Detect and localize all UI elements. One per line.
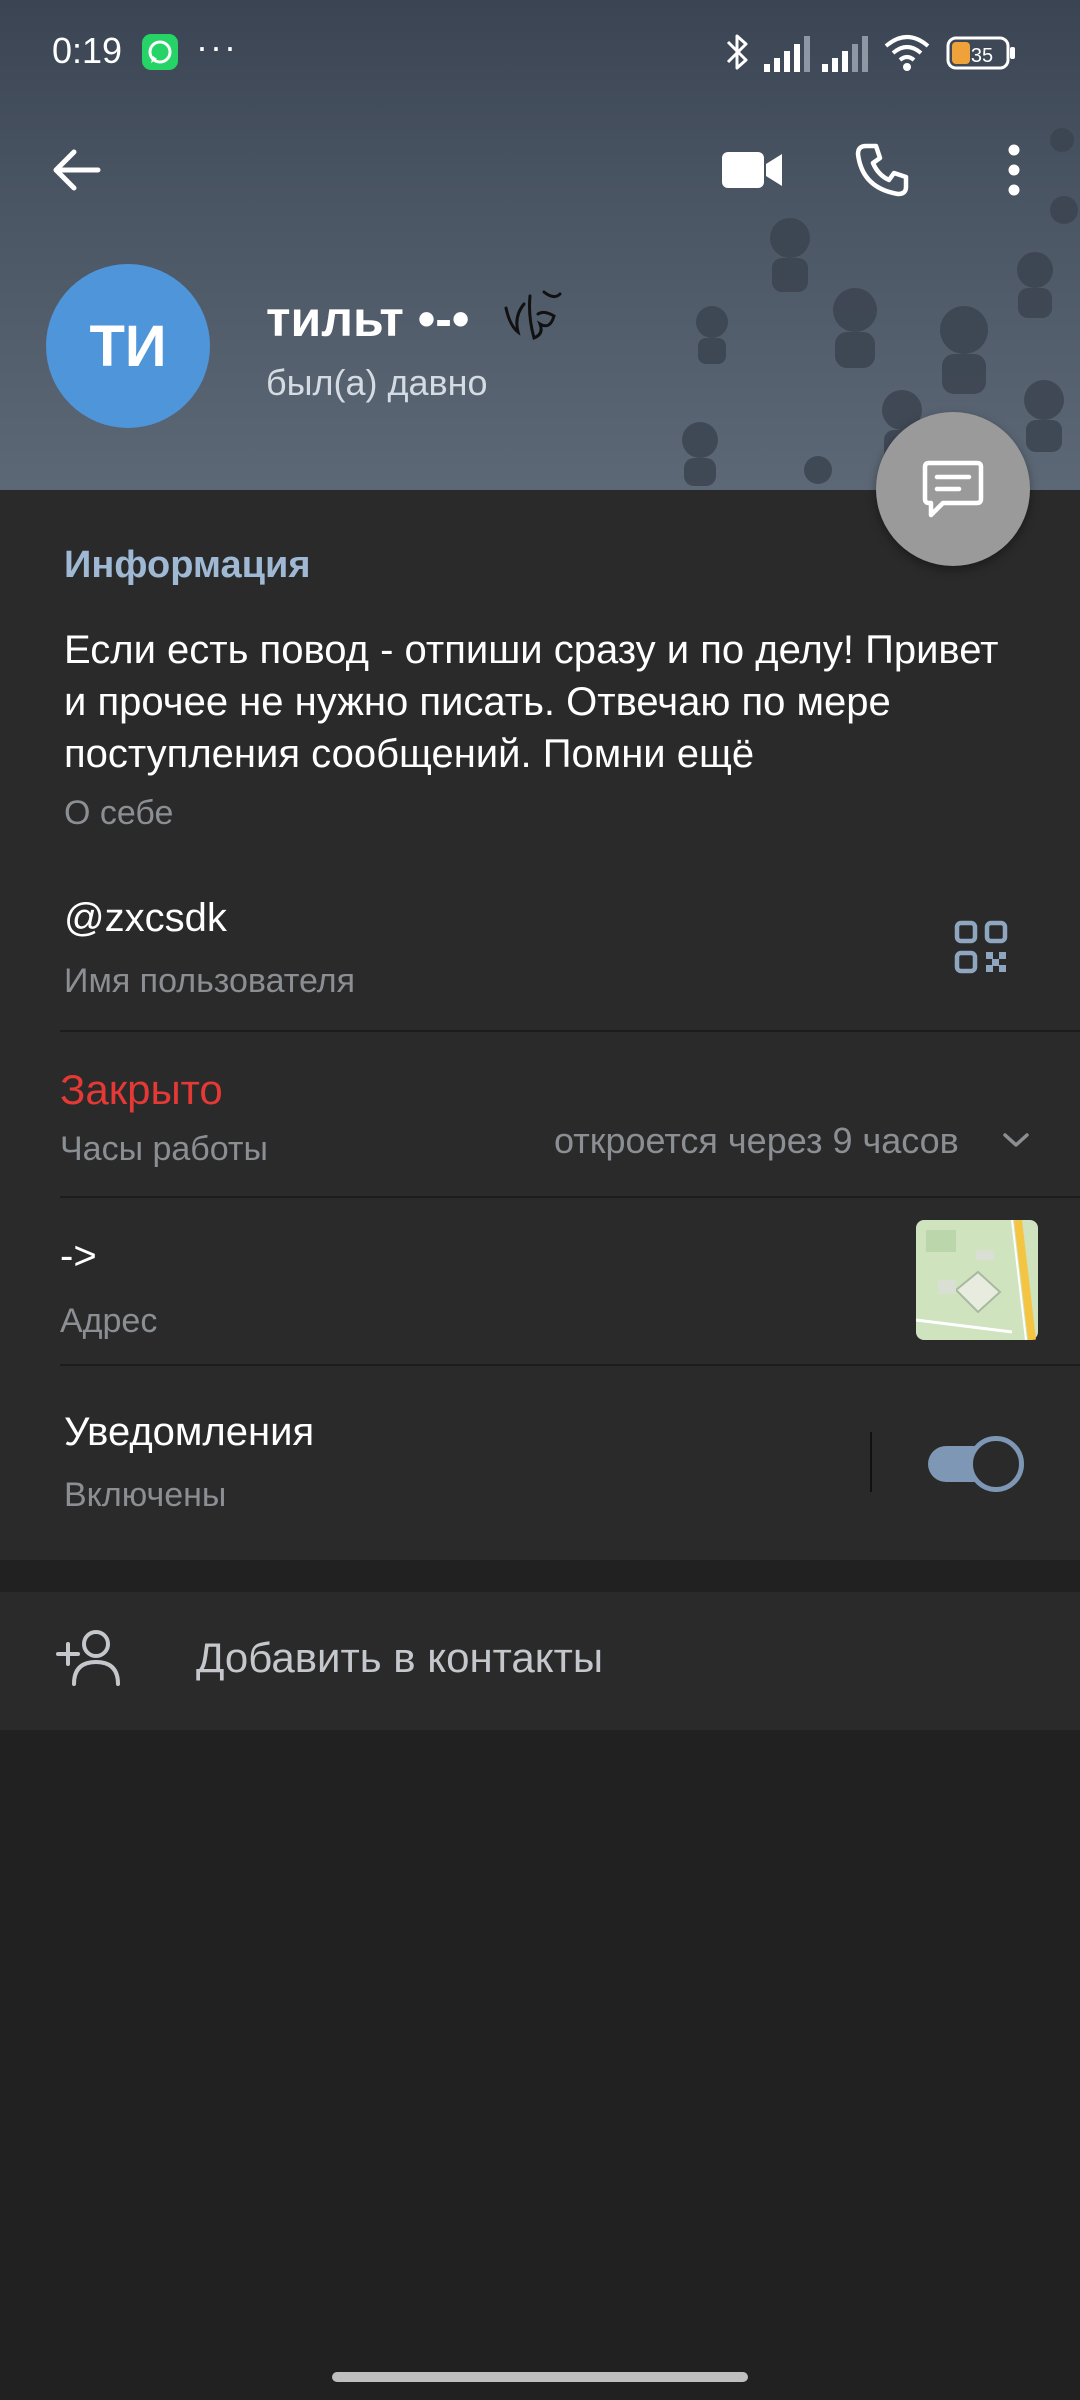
- more-vertical-icon: [1008, 144, 1020, 196]
- hours-status: Закрыто: [60, 1066, 223, 1113]
- status-overflow: ···: [196, 26, 238, 67]
- bluetooth-icon: [726, 34, 748, 70]
- notifications-toggle[interactable]: [928, 1436, 1024, 1492]
- bio-fade: [820, 728, 910, 780]
- hours-label: Часы работы: [60, 1130, 268, 1168]
- chevron-down-icon: [1003, 1133, 1029, 1147]
- more-menu-button[interactable]: [974, 130, 1054, 210]
- username-label: Имя пользователя: [64, 962, 355, 1000]
- add-user-icon: [56, 1630, 120, 1686]
- signal-icon: [822, 36, 868, 72]
- address-label: Адрес: [60, 1302, 158, 1340]
- address-value: ->: [60, 1234, 97, 1278]
- hours-detail: откроется через 9 часов: [554, 1120, 959, 1161]
- row-separator: [870, 1432, 872, 1492]
- battery-icon: 35: [946, 36, 1015, 70]
- home-indicator[interactable]: [332, 2372, 748, 2382]
- profile-header: 0:19 ··· 35 ТИ тильт •-• был(а) давно: [0, 0, 1080, 490]
- battery-level: 35: [971, 45, 993, 67]
- back-button[interactable]: [36, 130, 116, 210]
- arrow-left-icon: [53, 149, 101, 191]
- call-button[interactable]: [842, 130, 922, 210]
- toggle-knob: [968, 1436, 1024, 1492]
- wifi-icon: [884, 35, 930, 71]
- status-time: 0:19: [52, 30, 123, 71]
- notifications-title: Уведомления: [64, 1410, 315, 1454]
- status-bar: 0:19 ··· 35: [0, 0, 1080, 110]
- divider: [60, 1196, 1080, 1198]
- add-contact-label: Добавить в контакты: [196, 1634, 604, 1681]
- section-title-info: Информация: [64, 544, 311, 586]
- profile-name: тильт •-•: [266, 291, 470, 347]
- info-section: Информация Если есть повод - отпиши сраз…: [0, 490, 1080, 1560]
- avatar[interactable]: ТИ: [46, 264, 210, 428]
- signal-icon: [764, 36, 810, 72]
- bio-label: О себе: [64, 794, 174, 832]
- whatsapp-icon: [142, 34, 178, 70]
- divider: [60, 1364, 1080, 1366]
- username-value: @zxcsdk: [64, 896, 227, 940]
- qr-code-icon[interactable]: [954, 920, 1008, 974]
- add-contact-button[interactable]: Добавить в контакты: [0, 1592, 1080, 1730]
- last-seen-status: был(а) давно: [266, 362, 488, 403]
- message-button[interactable]: [876, 412, 1030, 566]
- notifications-status: Включены: [64, 1476, 227, 1514]
- video-camera-icon: [722, 152, 782, 188]
- emoji-doodle-icon: [504, 290, 562, 341]
- video-call-button[interactable]: [712, 130, 792, 210]
- map-thumbnail[interactable]: [916, 1220, 1038, 1340]
- phone-icon: [855, 143, 909, 197]
- chat-bubble-icon: [922, 460, 984, 518]
- divider: [60, 1030, 1080, 1032]
